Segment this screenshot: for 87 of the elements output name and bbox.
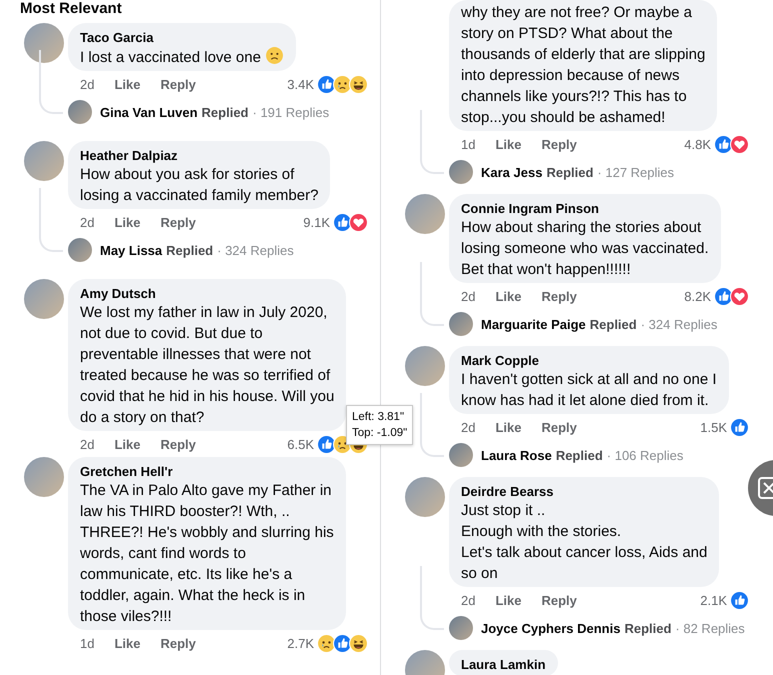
like-link[interactable]: Like (114, 437, 140, 452)
reply-link[interactable]: Reply (541, 289, 577, 304)
replies-link[interactable]: · 106 Replies (606, 448, 684, 462)
replied-label: Replied (202, 104, 248, 120)
avatar[interactable] (405, 346, 445, 386)
like-link[interactable]: Like (114, 215, 140, 230)
thread-line (39, 50, 63, 114)
position-tooltip: Left: 3.81" Top: -1.09" (346, 405, 414, 445)
commenter-name[interactable]: Taco Garcia (80, 30, 284, 45)
reply-link[interactable]: Reply (160, 215, 196, 230)
commenter-name[interactable]: Mark Copple (461, 353, 717, 368)
reply-link[interactable]: Reply (541, 593, 577, 608)
avatar[interactable] (449, 443, 473, 467)
avatar[interactable] (24, 279, 64, 319)
comment-time: 2d (80, 215, 94, 230)
replied-label: Replied (166, 242, 214, 258)
avatar[interactable] (405, 194, 445, 234)
replier-name[interactable]: Laura Rose (481, 448, 552, 462)
thread-line (39, 188, 63, 252)
commenter-name[interactable]: Heather Dalpiaz (80, 148, 318, 163)
avatar[interactable] (68, 100, 92, 124)
avatar[interactable] (24, 141, 64, 181)
reply-link[interactable]: Reply (160, 77, 196, 92)
comment-text: I lost a vaccinated love one (80, 49, 261, 66)
avatar[interactable] (24, 457, 64, 497)
thread-line (420, 262, 444, 326)
comment-text: why they are not free? Or maybe a story on PTSD? What about the thousands of elderly that are slipping into depression because of news channels like yours?!? This has to stop...you should be ashamed! (461, 4, 706, 126)
comment-time: 2d (80, 437, 94, 452)
comment-text: How about sharing the stories about losing someone who was vaccinated. Bet that won't happen!!!!!! (461, 219, 709, 278)
comment-time: 1d (80, 636, 94, 651)
reaction-count[interactable]: 3.4K (287, 77, 314, 92)
comment-time: 2d (461, 593, 476, 608)
reply-link[interactable]: Reply (541, 420, 577, 435)
comment-time: 2d (461, 420, 476, 435)
replier-name[interactable]: Kara Jess (481, 164, 542, 180)
sort-label[interactable]: Most Relevant (20, 1, 122, 17)
reply-link[interactable]: Reply (541, 137, 577, 152)
avatar[interactable] (449, 616, 473, 640)
comment-time: 1d (461, 137, 476, 152)
replied-label: Replied (546, 164, 594, 180)
reaction-count[interactable]: 2.7K (287, 636, 314, 651)
replied-label: Replied (556, 448, 603, 462)
reply-link[interactable]: Reply (160, 636, 196, 651)
reaction-count[interactable]: 4.8K (684, 137, 711, 152)
replied-label: Replied (624, 620, 672, 636)
like-link[interactable]: Like (495, 420, 522, 435)
reply-link[interactable]: Reply (160, 437, 196, 452)
reaction-count[interactable]: 8.2K (684, 289, 711, 304)
replies-link[interactable]: · 191 Replies (252, 104, 330, 120)
like-link[interactable]: Like (495, 593, 522, 608)
comment-time: 2d (461, 289, 476, 304)
commenter-name[interactable]: Laura Lamkin (461, 657, 546, 672)
reaction-count[interactable]: 2.1K (700, 593, 727, 608)
replies-link[interactable]: · 324 Replies (217, 242, 294, 258)
commenter-name[interactable]: Amy Dutsch (80, 286, 334, 301)
commenter-name[interactable]: Deirdre Bearss (461, 484, 708, 499)
replier-name[interactable]: Joyce Cyphers Dennis (481, 620, 620, 636)
like-link[interactable]: Like (495, 137, 522, 152)
commenter-name[interactable]: Gretchen Hell'r (80, 464, 334, 479)
thread-line (420, 566, 444, 630)
avatar[interactable] (449, 160, 473, 184)
replies-link[interactable]: · 324 Replies (640, 316, 718, 332)
replier-name[interactable]: Marguarite Paige (481, 316, 586, 332)
like-link[interactable]: Like (114, 77, 140, 92)
replier-name[interactable]: Gina Van Luven (100, 104, 198, 120)
like-link[interactable]: Like (495, 289, 522, 304)
comment-time: 2d (80, 77, 94, 92)
comment-text: I haven't gotten sick at all and no one I know has had it let alone died from it. (461, 371, 717, 409)
comment-text: The VA in Palo Alto gave my Father in law his THIRD booster?! Wth, .. THREE?! He's wobbly and slurring his words, cant find words to communicate, etc. Its like he's a toddler, again. What the heck is in those viles?!!! (80, 482, 334, 625)
like-link[interactable]: Like (114, 636, 140, 651)
replies-link[interactable]: · 127 Replies (597, 164, 674, 180)
commenter-name[interactable]: Connie Ingram Pinson (461, 201, 709, 216)
thread-line (420, 393, 444, 457)
thread-line (420, 110, 444, 174)
comment-text: Just stop it .. Enough with the stories. Let's talk about cancer loss, Aids and so on (461, 502, 708, 582)
comment-text: How about you ask for stories of losing a vaccinated family member? (80, 166, 318, 204)
avatar[interactable] (24, 23, 64, 63)
reaction-count[interactable]: 1.5K (700, 420, 727, 435)
replier-name[interactable]: May Lissa (100, 242, 162, 258)
avatar[interactable] (68, 238, 92, 262)
replied-label: Replied (590, 316, 637, 332)
avatar[interactable] (449, 312, 473, 336)
reaction-count[interactable]: 9.1K (303, 215, 330, 230)
avatar[interactable] (405, 477, 445, 517)
reaction-count[interactable]: 6.5K (287, 437, 314, 452)
replies-link[interactable]: · 82 Replies (675, 620, 745, 636)
comment-text: We lost my father in law in July 2020, not due to covid. But due to preventable illnesses that were not treated because he was so terrified of covid that he hid in his house. Will you do a story on that? (80, 304, 334, 426)
